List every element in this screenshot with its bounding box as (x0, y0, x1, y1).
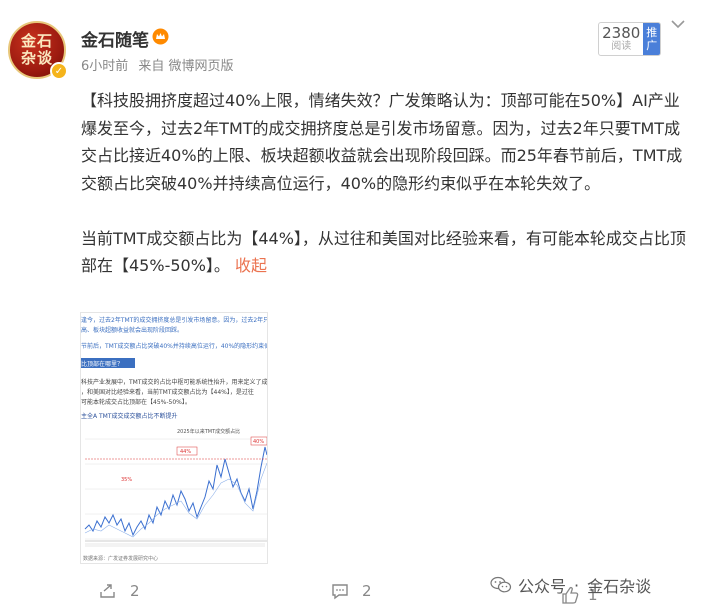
thumb-line-3: 节前后，TMT成交额占比突破40%并持续高位运行，40%的隐形约束似乎在本轮失 (81, 343, 268, 350)
thumb-chart-note-1: 2025年以来TMT成交额占比 (177, 428, 240, 435)
forward-icon (100, 584, 115, 598)
account-name[interactable]: 金石随笔 (81, 26, 149, 51)
post-content: 【科技股拥挤度超过40%上限，情绪失效？广发策略认为：顶部可能在50%】AI产业… (81, 87, 691, 280)
thumb-chart-note-2: 44% (180, 449, 191, 455)
thumb-line-7: 可能本轮成交占比顶部在【45%-50%】。 (81, 399, 191, 406)
thumb-chart-note-4: 35% (121, 477, 132, 483)
thumb-line-5: 科技产业发展中，TMT成交的占比中枢可能系统性抬升，用来定义了成 (81, 379, 268, 386)
thumb-line-1: 逢今，过去2年TMT的成交拥挤度总是引发市场留意。因为，过去2年只要TMT (81, 317, 268, 324)
watermark-separator: · (574, 575, 580, 595)
verified-badge-icon: ✓ (50, 62, 68, 80)
post-paragraph-2: 当前TMT成交额占比为【44%】，从过往和美国对比经验来看，有可能本轮成交占比顶… (81, 225, 691, 280)
wechat-icon (490, 576, 512, 593)
comment-icon (332, 584, 348, 600)
collapse-link[interactable]: 收起 (235, 256, 267, 275)
read-count-box[interactable]: 2380 阅读 推广 (598, 22, 661, 56)
read-count-number: 2380 (602, 24, 641, 42)
post-time[interactable]: 6小时前 (81, 59, 128, 74)
chevron-down-icon[interactable] (670, 18, 686, 30)
read-count-label: 阅读 (611, 41, 632, 52)
post-paragraph-1: 【科技股拥挤度超过40%上限，情绪失效？广发策略认为：顶部可能在50%】AI产业… (81, 91, 683, 193)
crown-badge-icon (152, 28, 169, 45)
wechat-watermark: 公众号 · 金石杂谈 (490, 573, 651, 597)
promote-button[interactable]: 推广 (643, 23, 660, 55)
watermark-name: 金石杂谈 (587, 577, 652, 596)
thumb-line-2: 高、板块超额收益就会出现阶段回踩。 (81, 327, 184, 334)
thumb-line-6: ，和美国对比经验来看，当前TMT成交额占比为【44%】，是过往 (81, 389, 254, 396)
post-image-thumbnail[interactable]: 逢今，过去2年TMT的成交拥挤度总是引发市场留意。因为，过去2年只要TMT 高、… (80, 312, 268, 564)
forward-count: 2 (130, 582, 140, 600)
thumb-footer: 数据来源：广发证券发展研究中心 (83, 556, 159, 562)
post-paragraph-2-text: 当前TMT成交额占比为【44%】，从过往和美国对比经验来看，有可能本轮成交占比顶… (81, 228, 686, 276)
thumb-line-chart: 2025年以来TMT成交额占比 44% 40% 35% (81, 419, 267, 551)
thumb-chart-note-3: 40% (253, 439, 264, 445)
comment-button[interactable]: 2 (330, 582, 372, 600)
avatar-text: 金石杂谈 (20, 32, 53, 67)
comment-count: 2 (362, 582, 372, 600)
forward-button[interactable]: 2 (98, 582, 140, 600)
read-count: 2380 阅读 (599, 23, 643, 55)
thumb-line-4: 比顶部在哪里？ (81, 361, 124, 368)
watermark-prefix: 公众号 (518, 577, 567, 596)
post-source: 来自 微博网页版 (138, 59, 234, 74)
post-meta: 6小时前 来自 微博网页版 (81, 55, 240, 74)
